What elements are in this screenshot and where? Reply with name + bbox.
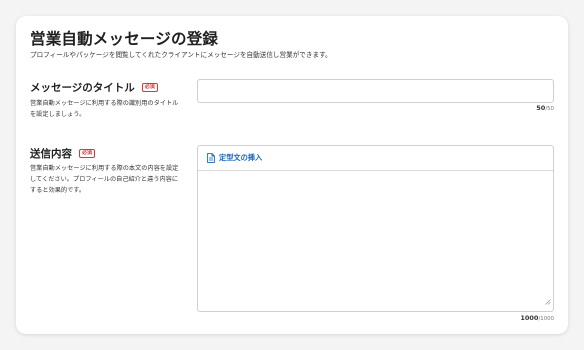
document-icon [207, 153, 215, 163]
title-input[interactable] [197, 79, 554, 103]
title-char-count: 50 [536, 104, 546, 112]
title-section-label: メッセージのタイトル 必須 [30, 80, 158, 95]
resize-grip-icon[interactable] [545, 290, 551, 309]
body-label: 送信内容 [30, 148, 72, 160]
form-card: 営業自動メッセージの登録 プロフィールやパッケージを閲覧してくれたクライアントに… [16, 16, 568, 334]
title-char-counter: 50/50 [536, 104, 554, 112]
body-char-counter: 1000/1000 [520, 314, 554, 322]
page-subtitle: プロフィールやパッケージを閲覧してくれたクライアントにメッセージを自動送信し営業… [30, 51, 332, 59]
body-char-count: 1000 [520, 314, 539, 322]
title-char-max: /50 [545, 106, 554, 112]
required-badge: 必須 [79, 149, 96, 158]
title-label: メッセージのタイトル [30, 82, 135, 94]
message-body-editor: 定型文の挿入 [197, 145, 554, 312]
message-body-textarea[interactable] [198, 171, 553, 311]
page-title: 営業自動メッセージの登録 [30, 30, 219, 48]
body-section-label: 送信内容 必須 [30, 146, 96, 161]
insert-template-button[interactable]: 定型文の挿入 [198, 146, 553, 171]
required-badge: 必須 [141, 83, 158, 92]
body-char-max: /1000 [538, 316, 554, 322]
insert-template-label: 定型文の挿入 [219, 153, 263, 162]
title-description: 営業自動メッセージに利用する際の識別用のタイトルを設定しましょう。 [30, 100, 179, 118]
body-description: 営業自動メッセージに利用する際の本文の内容を設定してください。プロフィールの自己… [30, 165, 179, 194]
